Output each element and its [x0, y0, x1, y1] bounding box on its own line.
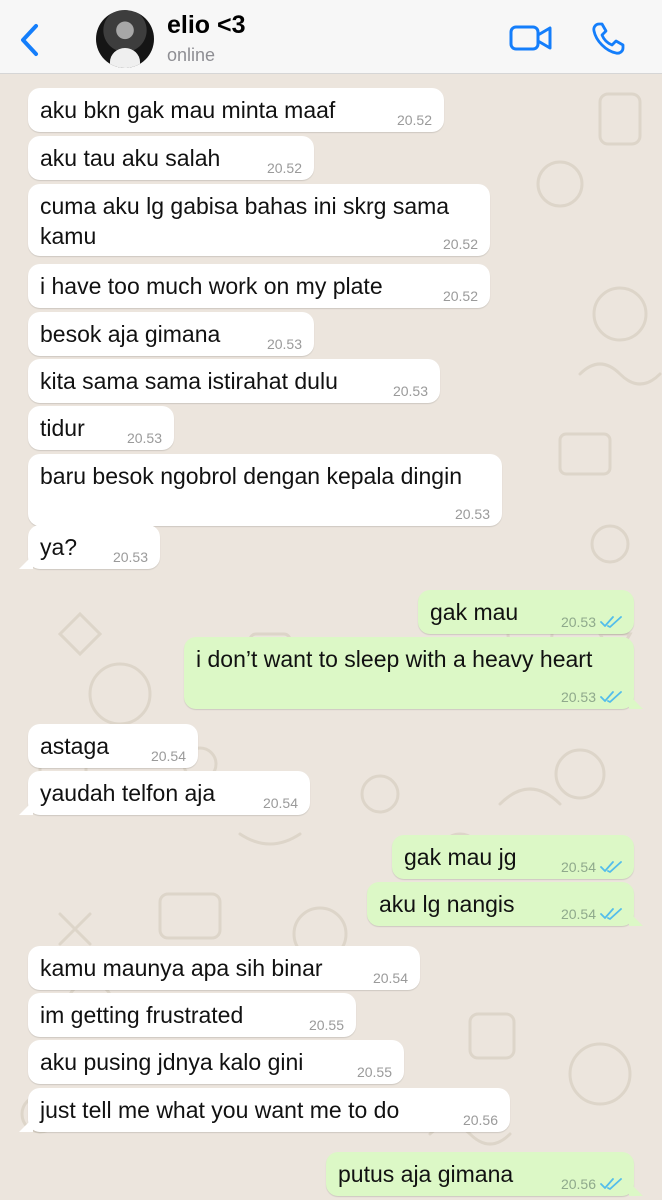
- incoming-message[interactable]: ya? 20.53: [19, 525, 160, 569]
- message-time: 20.53: [560, 689, 596, 705]
- incoming-message[interactable]: tidur 20.53: [28, 406, 174, 450]
- message-time: 20.56: [560, 1176, 596, 1192]
- message-text: astaga: [40, 733, 110, 759]
- outgoing-message[interactable]: i don’t want to sleep with a heavy heart…: [184, 637, 643, 709]
- message-time: 20.53: [266, 336, 302, 352]
- message-text: just tell me what you want me to do: [40, 1097, 400, 1123]
- incoming-message[interactable]: aku tau aku salah 20.52: [28, 136, 314, 180]
- message-time: 20.55: [356, 1064, 392, 1080]
- message-time: 20.54: [560, 906, 596, 922]
- incoming-message[interactable]: kita sama sama istirahat dulu 20.53: [28, 359, 440, 403]
- message-time: 20.53: [392, 383, 428, 399]
- message-time: 20.53: [560, 614, 596, 630]
- message-time: 20.52: [442, 288, 478, 304]
- outgoing-message[interactable]: aku lg nangis 20.54: [367, 882, 643, 926]
- contact-name[interactable]: elio <3: [167, 11, 246, 40]
- message-text: ya?: [40, 534, 78, 560]
- message-text: aku tau aku salah: [40, 145, 221, 171]
- read-receipt-icon: [600, 908, 622, 920]
- message-text: aku lg nangis: [379, 891, 515, 917]
- message-time: 20.54: [560, 859, 596, 875]
- message-text: kamu maunya apa sih binar: [40, 955, 323, 981]
- message-text: i have too much work on my plate: [40, 273, 383, 299]
- contact-status: online: [167, 45, 216, 65]
- outgoing-message[interactable]: gak mau 20.53: [418, 590, 634, 634]
- message-text: baru besok ngobrol dengan kepala dingin: [40, 463, 462, 489]
- message-text: aku bkn gak mau minta maaf: [40, 97, 336, 123]
- message-text: putus aja gimana: [338, 1161, 514, 1187]
- avatar[interactable]: [96, 10, 154, 68]
- incoming-message[interactable]: besok aja gimana 20.53: [28, 312, 314, 356]
- message-text: gak mau: [430, 599, 519, 625]
- incoming-message[interactable]: yaudah telfon aja 20.54: [19, 771, 310, 815]
- message-time: 20.54: [372, 970, 408, 986]
- message-text: gak mau jg: [404, 844, 517, 870]
- incoming-message[interactable]: cuma aku lg gabisa bahas ini skrg sama k…: [28, 184, 490, 256]
- message-time: 20.54: [262, 795, 298, 811]
- incoming-message[interactable]: aku bkn gak mau minta maaf 20.52: [28, 88, 444, 132]
- message-time: 20.52: [396, 112, 432, 128]
- message-time: 20.54: [150, 748, 186, 764]
- message-list[interactable]: aku bkn gak mau minta maaf 20.52 aku tau a…: [0, 74, 662, 1200]
- message-text: kita sama sama istirahat dulu: [40, 368, 338, 394]
- message-text: tidur: [40, 415, 85, 441]
- message-text: i don’t want to sleep with a heavy heart: [196, 646, 593, 672]
- message-text: cuma aku lg gabisa bahas ini skrg sama k…: [40, 193, 450, 249]
- message-time: 20.55: [308, 1017, 344, 1033]
- message-time: 20.56: [462, 1112, 498, 1128]
- phone-icon[interactable]: [590, 21, 626, 57]
- message-text: aku pusing jdnya kalo gini: [40, 1049, 304, 1075]
- message-text: yaudah telfon aja: [40, 780, 216, 806]
- chat-header: elio <3 online: [0, 0, 662, 74]
- incoming-message[interactable]: baru besok ngobrol dengan kepala dingin 2…: [28, 454, 502, 526]
- message-time: 20.53: [454, 506, 490, 522]
- message-text: besok aja gimana: [40, 321, 221, 347]
- read-receipt-icon: [600, 616, 622, 628]
- incoming-message[interactable]: astaga 20.54: [28, 724, 198, 768]
- incoming-message[interactable]: kamu maunya apa sih binar 20.54: [28, 946, 420, 990]
- outgoing-message[interactable]: putus aja gimana 20.56: [326, 1152, 643, 1196]
- video-camera-icon[interactable]: [508, 22, 554, 54]
- read-receipt-icon: [600, 861, 622, 873]
- message-text: im getting frustrated: [40, 1002, 244, 1028]
- read-receipt-icon: [600, 1178, 622, 1190]
- message-time: 20.53: [126, 430, 162, 446]
- outgoing-message[interactable]: gak mau jg 20.54: [392, 835, 634, 879]
- chevron-left-icon[interactable]: [14, 20, 46, 60]
- message-time: 20.52: [442, 236, 478, 252]
- message-time: 20.52: [266, 160, 302, 176]
- read-receipt-icon: [600, 691, 622, 703]
- incoming-message[interactable]: aku pusing jdnya kalo gini 20.55: [28, 1040, 404, 1084]
- incoming-message[interactable]: i have too much work on my plate 20.52: [28, 264, 490, 308]
- message-time: 20.53: [112, 549, 148, 565]
- incoming-message[interactable]: just tell me what you want me to do 20.56: [19, 1088, 510, 1132]
- incoming-message[interactable]: im getting frustrated 20.55: [28, 993, 356, 1037]
